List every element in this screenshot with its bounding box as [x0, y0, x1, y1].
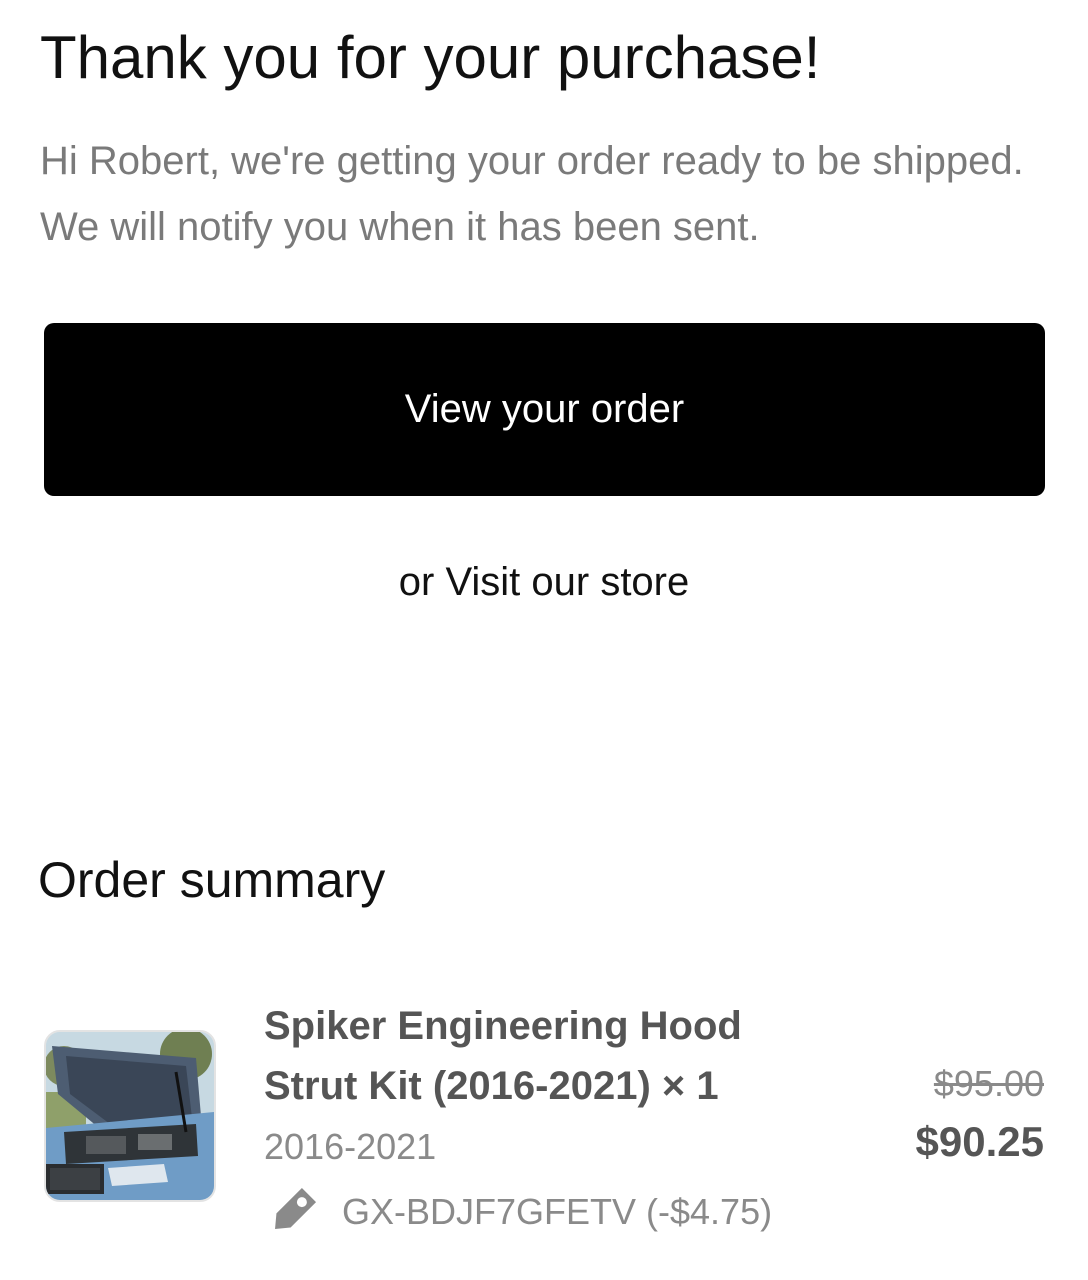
tag-icon: [264, 1184, 320, 1240]
visit-prefix: or: [398, 560, 435, 604]
discount-code: GX-BDJF7GFETV (-$4.75): [342, 1191, 773, 1232]
truck-photo-illustration: [46, 1032, 214, 1200]
visit-store-link[interactable]: Visit our store: [445, 560, 689, 604]
page-title: Thank you for your purchase!: [40, 24, 821, 91]
discount-line: GX-BDJF7GFETV (-$4.75): [264, 1186, 772, 1238]
intro-message: Hi Robert, we're getting your order read…: [40, 139, 1024, 249]
product-variant: 2016-2021: [264, 1126, 437, 1167]
original-price: $95.00: [933, 1063, 1044, 1104]
final-price: $90.25: [915, 1118, 1044, 1165]
visit-store-line: or Visit our store: [0, 556, 1088, 608]
product-image: [44, 1030, 216, 1202]
order-summary-heading: Order summary: [38, 852, 386, 908]
product-name: Spiker Engineering Hood Strut Kit (2016-…: [264, 1004, 742, 1108]
view-order-button[interactable]: View your order: [44, 323, 1045, 496]
